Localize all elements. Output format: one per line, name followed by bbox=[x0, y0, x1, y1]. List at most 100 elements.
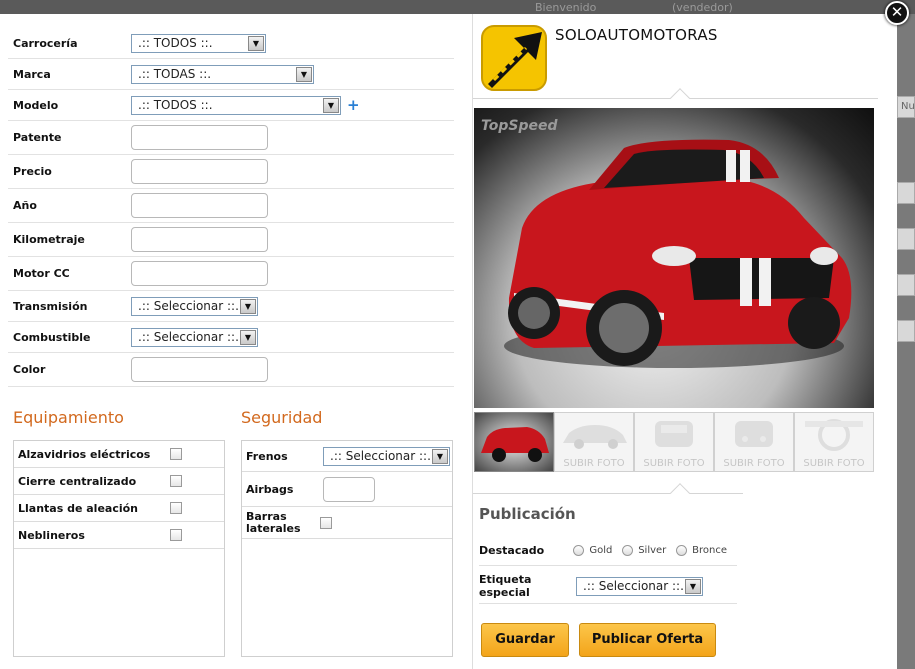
dealer-name: SOLOAUTOMOTORAS bbox=[555, 26, 718, 44]
bronce-radio-label: Bronce bbox=[692, 544, 727, 556]
modelo-select[interactable]: .:: TODOS ::. ▼ bbox=[131, 95, 341, 115]
background-control bbox=[897, 182, 915, 204]
anio-label: Año bbox=[13, 199, 37, 212]
placeholder-car-icon bbox=[563, 425, 627, 449]
placeholder-car-icon bbox=[735, 421, 773, 447]
equipamiento-item: Alzavidrios eléctricos bbox=[14, 441, 224, 468]
patente-label: Patente bbox=[13, 131, 62, 144]
upload-photo-label: SUBIR FOTO bbox=[803, 458, 865, 469]
seguridad-title: Seguridad bbox=[241, 408, 323, 427]
plus-icon[interactable]: + bbox=[347, 96, 360, 114]
anio-input[interactable] bbox=[131, 193, 268, 218]
main-vehicle-photo[interactable]: TopSpeed bbox=[474, 108, 874, 408]
etiqueta-label: Etiqueta especial bbox=[479, 573, 532, 599]
motor-label: Motor CC bbox=[13, 267, 70, 280]
placeholder-steering-wheel-icon bbox=[805, 419, 863, 451]
llantas-checkbox[interactable] bbox=[170, 502, 182, 514]
guardar-button[interactable]: Guardar bbox=[481, 623, 569, 657]
equipamiento-item-label: Neblineros bbox=[18, 528, 85, 542]
barras-row: Barras laterales bbox=[242, 507, 452, 539]
bronce-radio[interactable] bbox=[676, 544, 688, 556]
transmision-select[interactable]: .:: Seleccionar ::. ▼ bbox=[131, 296, 258, 316]
seguridad-list: Frenos .:: Seleccionar ::. ▼ Airbags Bar… bbox=[241, 440, 453, 657]
motor-row: Motor CC bbox=[8, 257, 454, 291]
frenos-label: Frenos bbox=[246, 449, 288, 463]
vehicle-form: Carrocería .:: TODOS ::. ▼ Marca .:: TOD… bbox=[8, 28, 454, 387]
chevron-down-icon: ▼ bbox=[240, 298, 256, 314]
modelo-label: Modelo bbox=[13, 98, 59, 112]
patente-row: Patente bbox=[8, 121, 454, 155]
modelo-row: Modelo .:: TODOS ::. ▼ + bbox=[8, 90, 454, 121]
equipamiento-title: Equipamiento bbox=[13, 408, 124, 427]
thumbnail-car-image bbox=[481, 427, 549, 462]
alzavidrios-checkbox[interactable] bbox=[170, 448, 182, 460]
equipamiento-list: Alzavidrios eléctricos Cierre centraliza… bbox=[13, 440, 225, 657]
combustible-value: .:: Seleccionar ::. bbox=[138, 330, 239, 344]
barras-label: Barras laterales bbox=[246, 509, 301, 535]
color-row: Color bbox=[8, 353, 454, 387]
upload-photo-slot-3[interactable]: SUBIR FOTO bbox=[634, 412, 714, 472]
etiqueta-select[interactable]: .:: Seleccionar ::. ▼ bbox=[576, 576, 703, 596]
equipamiento-item: Cierre centralizado bbox=[14, 468, 224, 495]
kilometraje-row: Kilometraje bbox=[8, 223, 454, 257]
gold-radio[interactable] bbox=[573, 544, 585, 556]
frenos-value: .:: Seleccionar ::. bbox=[330, 449, 431, 463]
carroceria-select[interactable]: .:: TODOS ::. ▼ bbox=[131, 33, 266, 53]
precio-row: Precio bbox=[8, 155, 454, 189]
carroceria-row: Carrocería .:: TODOS ::. ▼ bbox=[8, 28, 454, 59]
airbags-label: Airbags bbox=[246, 482, 294, 496]
upload-photo-slot-5[interactable]: SUBIR FOTO bbox=[794, 412, 874, 472]
combustible-row: Combustible .:: Seleccionar ::. ▼ bbox=[8, 322, 454, 353]
destacado-row: Destacado Gold Silver Bronce bbox=[479, 535, 737, 566]
red-car-image bbox=[504, 139, 852, 368]
marca-select[interactable]: .:: TODAS ::. ▼ bbox=[131, 64, 314, 84]
motor-input[interactable] bbox=[131, 261, 268, 286]
upload-photo-slot-2[interactable]: SUBIR FOTO bbox=[554, 412, 634, 472]
carroceria-value: .:: TODOS ::. bbox=[138, 36, 213, 50]
chevron-down-icon: ▼ bbox=[432, 448, 448, 464]
frenos-select[interactable]: .:: Seleccionar ::. ▼ bbox=[323, 446, 450, 466]
equipamiento-item: Llantas de aleación bbox=[14, 495, 224, 522]
color-input[interactable] bbox=[131, 357, 268, 382]
upload-photo-slot-4[interactable]: SUBIR FOTO bbox=[714, 412, 794, 472]
marca-row: Marca .:: TODAS ::. ▼ bbox=[8, 59, 454, 90]
background-control bbox=[897, 320, 915, 342]
user-role-text: (vendedor) bbox=[672, 1, 733, 14]
background-header: Bienvenido (vendedor) bbox=[0, 0, 915, 14]
anio-row: Año bbox=[8, 189, 454, 223]
upload-photo-label: SUBIR FOTO bbox=[643, 458, 705, 469]
neblineros-checkbox[interactable] bbox=[170, 529, 182, 541]
background-column-header: Nu bbox=[897, 96, 915, 118]
edit-vehicle-modal: Carrocería .:: TODOS ::. ▼ Marca .:: TOD… bbox=[0, 14, 897, 669]
kilometraje-label: Kilometraje bbox=[13, 233, 85, 246]
precio-input[interactable] bbox=[131, 159, 268, 184]
barras-checkbox[interactable] bbox=[320, 516, 332, 529]
gold-radio-label: Gold bbox=[589, 544, 613, 556]
transmision-row: Transmisión .:: Seleccionar ::. ▼ bbox=[8, 291, 454, 322]
listing-preview-panel: SOLOAUTOMOTORAS TopSpeed SUBIR FOTO SUBI… bbox=[472, 14, 897, 669]
combustible-select[interactable]: .:: Seleccionar ::. ▼ bbox=[131, 327, 258, 347]
combustible-label: Combustible bbox=[13, 330, 91, 344]
publicar-oferta-button[interactable]: Publicar Oferta bbox=[579, 623, 716, 657]
etiqueta-value: .:: Seleccionar ::. bbox=[583, 579, 684, 593]
marca-label: Marca bbox=[13, 67, 51, 81]
marca-value: .:: TODAS ::. bbox=[138, 67, 212, 81]
thumbnail-photo-1[interactable] bbox=[474, 412, 554, 472]
kilometraje-input[interactable] bbox=[131, 227, 268, 252]
close-button[interactable]: ✕ bbox=[885, 1, 909, 25]
patente-input[interactable] bbox=[131, 125, 268, 150]
welcome-text: Bienvenido bbox=[535, 1, 597, 14]
equipamiento-item-label: Alzavidrios eléctricos bbox=[18, 447, 151, 461]
cierre-centralizado-checkbox[interactable] bbox=[170, 475, 182, 487]
upload-photo-label: SUBIR FOTO bbox=[563, 458, 625, 469]
precio-label: Precio bbox=[13, 165, 52, 178]
divider bbox=[473, 493, 743, 494]
chevron-down-icon: ▼ bbox=[240, 329, 256, 345]
transmision-value: .:: Seleccionar ::. bbox=[138, 299, 239, 313]
equipamiento-item-label: Cierre centralizado bbox=[18, 474, 137, 488]
chevron-down-icon: ▼ bbox=[323, 97, 339, 113]
airbags-input[interactable] bbox=[323, 476, 375, 502]
silver-radio[interactable] bbox=[622, 544, 634, 556]
frenos-row: Frenos .:: Seleccionar ::. ▼ bbox=[242, 441, 452, 472]
chevron-down-icon: ▼ bbox=[296, 66, 312, 82]
